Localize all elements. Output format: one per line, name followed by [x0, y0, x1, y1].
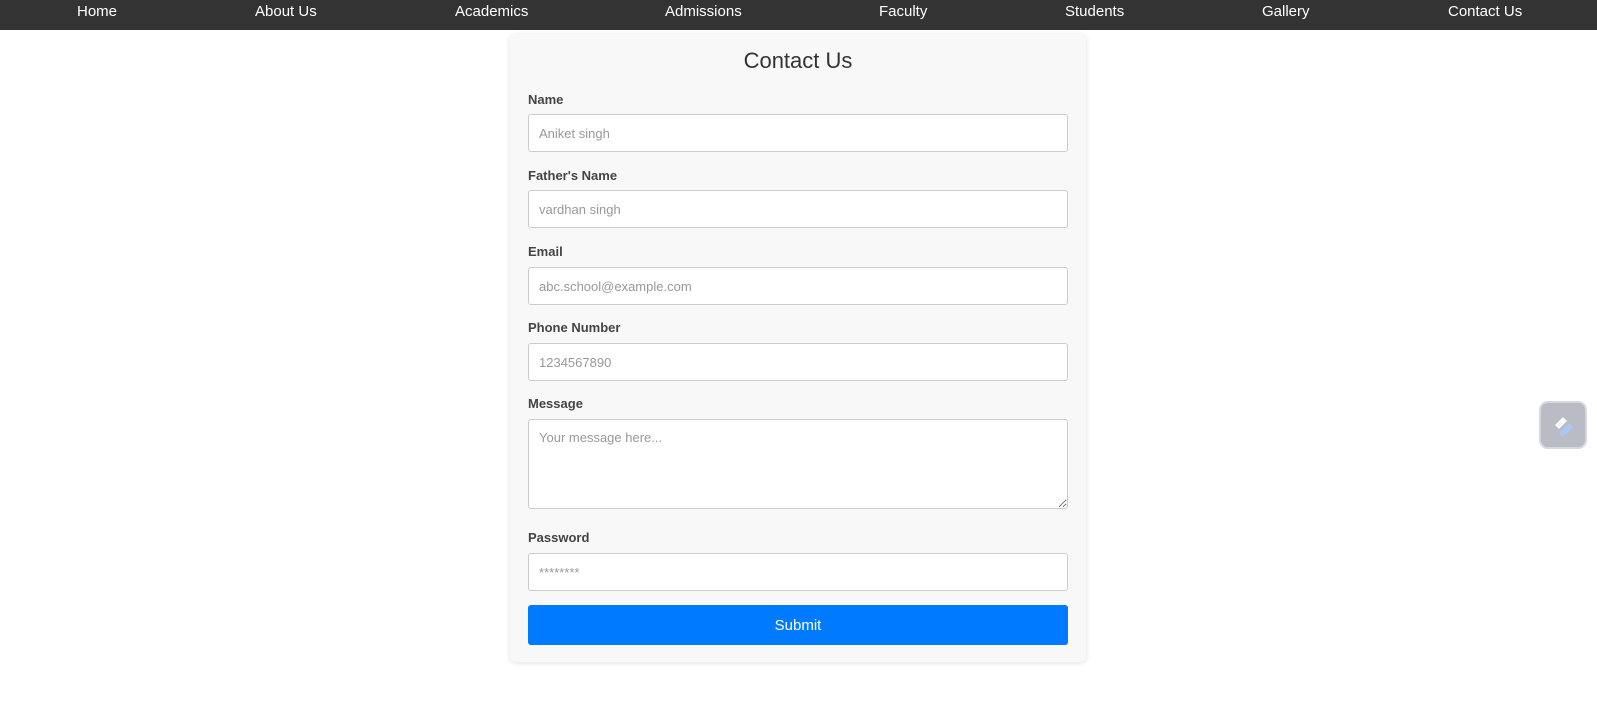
email-field[interactable]	[528, 267, 1068, 305]
name-field[interactable]	[528, 114, 1068, 152]
pen-icon	[1555, 417, 1573, 437]
message-label: Message	[528, 396, 583, 411]
phone-label: Phone Number	[528, 320, 621, 335]
nav-item-about-us[interactable]: About Us	[255, 2, 317, 22]
nav-item-students[interactable]: Students	[1065, 2, 1124, 22]
nav-item-faculty[interactable]: Faculty	[879, 2, 927, 22]
contact-form-card: Contact Us Name Father's Name Email Phon…	[510, 34, 1086, 662]
name-label: Name	[528, 92, 564, 107]
password-label: Password	[528, 530, 590, 545]
father-name-field[interactable]	[528, 190, 1068, 228]
message-field[interactable]	[528, 419, 1068, 509]
nav-item-admissions[interactable]: Admissions	[665, 2, 742, 22]
submit-button[interactable]: Submit	[528, 605, 1068, 645]
password-field[interactable]	[528, 553, 1068, 591]
nav-item-academics[interactable]: Academics	[455, 2, 528, 22]
navbar: Home About Us Academics Admissions Facul…	[0, 0, 1597, 30]
nav-item-gallery[interactable]: Gallery	[1262, 2, 1310, 22]
page-title: Contact Us	[743, 48, 853, 73]
floating-widget-button[interactable]	[1539, 401, 1587, 449]
phone-field[interactable]	[528, 343, 1068, 381]
father-name-label: Father's Name	[528, 168, 618, 183]
email-label: Email	[528, 244, 563, 259]
nav-item-contact-us[interactable]: Contact Us	[1448, 2, 1522, 22]
nav-item-home[interactable]: Home	[77, 2, 117, 22]
